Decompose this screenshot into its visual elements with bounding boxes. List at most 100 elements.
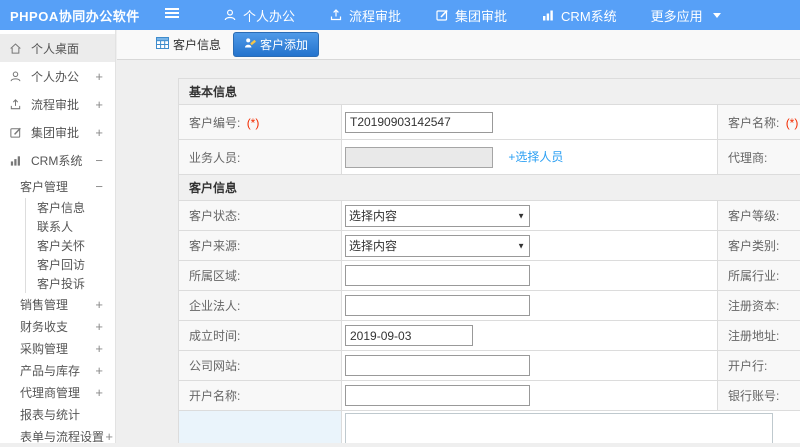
nav-label: 个人办公 — [243, 6, 295, 25]
sidebar-item-label: CRM系统 — [31, 152, 82, 169]
industry-label: 所属行业: — [718, 261, 800, 291]
nav-label: 集团审批 — [455, 6, 507, 25]
sidebar-item-label: 产品与库存 — [20, 362, 80, 379]
minus-expander-icon[interactable]: − — [95, 179, 103, 194]
plus-expander-icon[interactable]: + — [95, 297, 103, 312]
sidebar-item-personal-desktop[interactable]: 个人桌面 — [0, 34, 115, 62]
sidebar-item-procurement[interactable]: 采购管理 + — [0, 337, 115, 359]
nav-label: CRM系统 — [561, 6, 617, 25]
plus-expander-icon[interactable]: + — [95, 69, 103, 84]
customer-no-input[interactable] — [345, 112, 493, 133]
person-add-icon — [244, 37, 256, 52]
sidebar-item-label: 客户管理 — [20, 178, 68, 195]
sidebar-item-label: 销售管理 — [20, 296, 68, 313]
chart-icon — [9, 154, 24, 167]
tab-customer-add[interactable]: 客户添加 — [233, 32, 319, 57]
sidebar-item-personal-office[interactable]: 个人办公 + — [0, 62, 115, 90]
customer-source-select[interactable]: 选择内容 — [345, 235, 530, 257]
sidebar-item-label: 集团审批 — [31, 124, 79, 141]
sidebar-item-customer-info[interactable]: 客户信息 — [26, 198, 115, 217]
tab-label: 客户信息 — [173, 36, 221, 53]
remark-label-cell — [179, 411, 342, 444]
plus-expander-icon[interactable]: + — [95, 319, 103, 334]
tab-label: 客户添加 — [260, 36, 308, 53]
sidebar-item-label: 联系人 — [37, 218, 73, 235]
sidebar-item-label: 报表与统计 — [20, 406, 80, 423]
sidebar-item-label: 表单与流程设置 — [20, 428, 104, 445]
person-icon — [223, 8, 237, 22]
sidebar-item-products-inventory[interactable]: 产品与库存 + — [0, 359, 115, 381]
customer-status-select[interactable]: 选择内容 — [345, 205, 530, 227]
region-label: 所属区域: — [179, 261, 342, 291]
website-label: 公司网站: — [179, 351, 342, 381]
sidebar-item-customer-mgmt[interactable]: 客户管理 − — [0, 174, 115, 198]
founded-date-input[interactable] — [345, 325, 473, 346]
hamburger-menu-button[interactable] — [164, 6, 180, 24]
sales-person-input[interactable] — [345, 147, 493, 168]
customer-grade-label: 客户等级: — [718, 201, 800, 231]
remark-textarea[interactable] — [345, 413, 773, 443]
choose-person-link[interactable]: +选择人员 — [508, 150, 563, 164]
legal-person-label: 企业法人: — [179, 291, 342, 321]
sidebar-item-customer-care[interactable]: 客户关怀 — [26, 236, 115, 255]
account-name-label: 开户名称: — [179, 381, 342, 411]
upload-icon — [9, 98, 24, 111]
sidebar-item-form-flow-settings[interactable]: 表单与流程设置+ — [0, 425, 115, 447]
agent-label: 代理商: — [718, 140, 800, 175]
customer-type-label: 客户类别: — [718, 231, 800, 261]
bank-account-label: 银行账号: — [718, 381, 800, 411]
sidebar-item-contacts[interactable]: 联系人 — [26, 217, 115, 236]
nav-item-more-apps[interactable]: 更多应用 — [651, 6, 721, 25]
sidebar-item-label: 代理商管理 — [20, 384, 80, 401]
plus-expander-icon[interactable]: + — [95, 125, 103, 140]
sidebar-item-label: 客户投诉 — [37, 275, 85, 292]
chart-icon — [541, 8, 555, 22]
tab-strip: 客户信息 客户添加 — [117, 30, 800, 60]
nav-item-personal-office[interactable]: 个人办公 — [223, 6, 295, 25]
sidebar-item-agent-mgmt[interactable]: 代理商管理 + — [0, 381, 115, 403]
region-input[interactable] — [345, 265, 530, 286]
sidebar-item-crm-system[interactable]: CRM系统 − — [0, 146, 115, 174]
grid-table-icon — [156, 37, 169, 52]
required-marker: (*) — [786, 116, 799, 130]
plus-expander-icon[interactable]: + — [95, 97, 103, 112]
account-name-input[interactable] — [345, 385, 530, 406]
app-logo: PHPOA协同办公软件 — [0, 6, 158, 25]
nav-item-workflow-approval[interactable]: 流程审批 — [329, 6, 401, 25]
edit-icon — [435, 8, 449, 22]
top-bar: PHPOA协同办公软件 个人办公 流程审批 集团审批 CRM系统 更多应用 — [0, 0, 800, 30]
nav-label: 更多应用 — [651, 6, 703, 25]
registered-address-label: 注册地址: — [718, 321, 800, 351]
sidebar-item-group-approval[interactable]: 集团审批 + — [0, 118, 115, 146]
sidebar-item-label: 采购管理 — [20, 340, 68, 357]
sidebar-item-customer-complaint[interactable]: 客户投诉 — [26, 274, 115, 293]
plus-expander-icon[interactable]: + — [95, 363, 103, 378]
founded-date-label: 成立时间: — [179, 321, 342, 351]
customer-source-label: 客户来源: — [179, 231, 342, 261]
plus-expander-icon[interactable]: + — [105, 429, 113, 444]
sidebar-item-reports-stats[interactable]: 报表与统计 — [0, 403, 115, 425]
sidebar-item-label: 财务收支 — [20, 318, 68, 335]
sidebar-item-sales-mgmt[interactable]: 销售管理 + — [0, 293, 115, 315]
person-icon — [9, 70, 24, 83]
minus-expander-icon[interactable]: − — [95, 153, 103, 168]
sidebar-item-customer-revisit[interactable]: 客户回访 — [26, 255, 115, 274]
sidebar-item-label: 个人办公 — [31, 68, 79, 85]
sidebar-item-workflow-approval[interactable]: 流程审批 + — [0, 90, 115, 118]
plus-expander-icon[interactable]: + — [95, 385, 103, 400]
main-content: 客户信息 客户添加 基本信息 客户编号: (*) 客户名称: (*) 业务人员:… — [117, 30, 800, 443]
nav-item-crm-system[interactable]: CRM系统 — [541, 6, 617, 25]
caret-down-icon — [713, 13, 721, 18]
hamburger-icon — [164, 6, 180, 24]
sidebar-item-finance[interactable]: 财务收支 + — [0, 315, 115, 337]
tab-customer-info[interactable]: 客户信息 — [150, 33, 227, 56]
sidebar-item-label: 客户回访 — [37, 256, 85, 273]
home-icon — [9, 42, 24, 55]
edit-icon — [9, 126, 24, 139]
website-input[interactable] — [345, 355, 530, 376]
crm-submenu: 客户管理 − 客户信息 联系人 客户关怀 客户回访 客户投诉 销售管理 + 财务收… — [0, 174, 115, 447]
plus-expander-icon[interactable]: + — [95, 341, 103, 356]
nav-item-group-approval[interactable]: 集团审批 — [435, 6, 507, 25]
customer-add-form: 基本信息 客户编号: (*) 客户名称: (*) 业务人员: +选择人员 代理商… — [178, 78, 800, 443]
legal-person-input[interactable] — [345, 295, 530, 316]
